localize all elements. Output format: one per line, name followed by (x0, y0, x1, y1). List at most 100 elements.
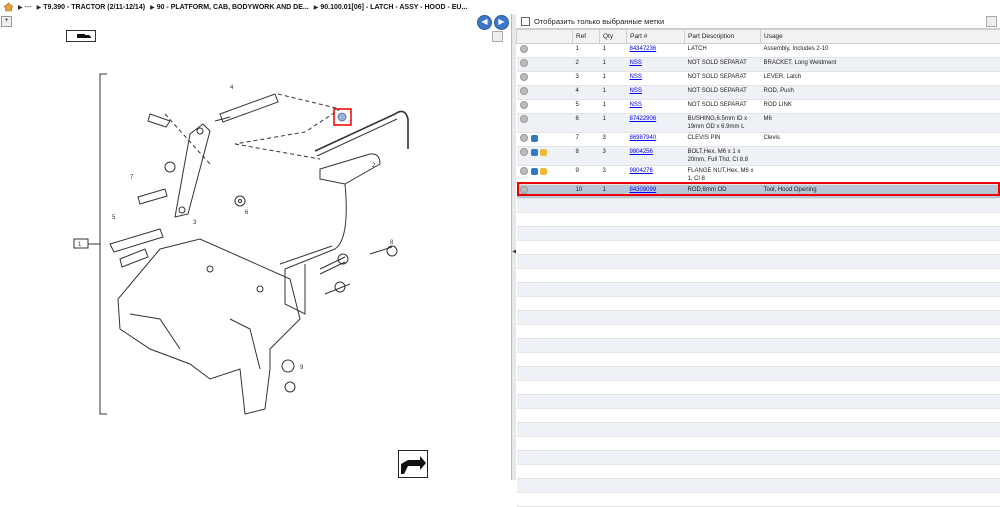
parts-diagram: 1 2 3 4 5 6 7 8 9 (70, 69, 420, 424)
qty-cell: 1 (600, 72, 627, 86)
part-number-link[interactable]: 87422906 (630, 116, 657, 122)
table-row[interactable]: 51NSSNOT SOLD SEPARATROD LINK (517, 100, 1000, 114)
empty-row (517, 493, 1000, 507)
add-to-cart-icon[interactable] (520, 45, 528, 53)
empty-row (517, 381, 1000, 395)
table-row[interactable]: 6187422906BUSHING,6.5mm ID x 19mm OD x 6… (517, 114, 1000, 133)
table-row[interactable]: 7386987940CLEVIS PINClevis (517, 133, 1000, 147)
home-icon[interactable] (3, 2, 14, 12)
ref-cell: 1 (573, 44, 600, 58)
usage-cell: M6 (761, 114, 1000, 133)
add-to-cart-icon[interactable] (520, 115, 528, 123)
empty-row (517, 437, 1000, 451)
usage-cell: BRACKET, Long Weldment (761, 58, 1000, 72)
empty-row (517, 311, 1000, 325)
column-header[interactable]: Ref (573, 30, 600, 44)
chevron-right-icon: ▶ (150, 4, 155, 11)
column-header[interactable]: Usage (761, 30, 1000, 44)
description-cell: BUSHING,6.5mm ID x 19mm OD x 6.9mm L (685, 114, 761, 133)
add-to-cart-icon[interactable] (520, 134, 528, 142)
ref-cell: 4 (573, 86, 600, 100)
ref-cell: 5 (573, 100, 600, 114)
chevron-right-icon: ▶ (37, 4, 42, 11)
column-header[interactable]: Part Description (685, 30, 761, 44)
column-header (517, 30, 573, 44)
part-number-link[interactable]: 9804256 (630, 149, 653, 155)
callout-label: 6 (245, 210, 249, 216)
breadcrumb-item[interactable]: ▶--- (18, 4, 32, 11)
table-row[interactable]: 31NSSNOT SOLD SEPARATLEVER, Latch (517, 72, 1000, 86)
add-to-cart-icon[interactable] (520, 59, 528, 67)
qty-cell: 1 (600, 114, 627, 133)
part-number-cell: 86987940 (627, 133, 685, 147)
add-to-cart-icon[interactable] (520, 148, 528, 156)
part-number-cell: NSS (627, 72, 685, 86)
column-header[interactable]: Qty (600, 30, 627, 44)
restore-icon[interactable] (492, 31, 503, 42)
kit-icon[interactable] (540, 149, 547, 156)
replacement-icon[interactable] (531, 135, 538, 142)
previous-arrow-icon[interactable]: ◀ (477, 15, 492, 30)
table-row[interactable]: 1184347236LATCHAssembly, Includes 2-10 (517, 44, 1000, 58)
empty-row (517, 339, 1000, 353)
table-row[interactable]: 41NSSNOT SOLD SEPARATROD, Push (517, 86, 1000, 100)
expand-icon[interactable]: + (1, 16, 12, 27)
add-to-cart-icon[interactable] (520, 87, 528, 95)
selected-row-highlight (517, 182, 1000, 196)
add-to-cart-icon[interactable] (520, 167, 528, 175)
chevron-right-icon: ▶ (18, 4, 23, 11)
chevron-right-icon: ▶ (314, 4, 319, 11)
usage-cell: ROD LINK (761, 100, 1000, 114)
hotspot-marker-icon[interactable] (338, 113, 346, 121)
breadcrumb-item[interactable]: ▶T9.390 - TRACTOR (2/11-12/14) (37, 4, 145, 11)
replacement-icon[interactable] (531, 168, 538, 175)
empty-row (517, 283, 1000, 297)
usage-cell: LEVER, Latch (761, 72, 1000, 86)
description-cell: LATCH (685, 44, 761, 58)
part-number-cell: 87422906 (627, 114, 685, 133)
callout-label: 9 (300, 365, 304, 371)
qty-cell: 1 (600, 86, 627, 100)
add-to-cart-icon[interactable] (520, 101, 528, 109)
part-number-link[interactable]: NSS (630, 74, 642, 80)
part-number-link[interactable]: NSS (630, 60, 642, 66)
empty-row (517, 423, 1000, 437)
row-actions (517, 58, 573, 72)
replacement-icon[interactable] (531, 149, 538, 156)
breadcrumb-item[interactable]: ▶90 - PLATFORM, CAB, BODYWORK AND DE... (150, 4, 309, 11)
diagram-pane: + ◀ ▶ (0, 14, 511, 480)
row-actions (517, 114, 573, 133)
usage-cell: Assembly, Includes 2-10 (761, 44, 1000, 58)
filter-bar: Отобразить только выбранные метки (516, 14, 1000, 29)
part-number-cell: NSS (627, 58, 685, 72)
breadcrumb-item[interactable]: ▶90.100.01[06] - LATCH - ASSY - HOOD - E… (314, 4, 468, 11)
kit-icon[interactable] (540, 168, 547, 175)
row-actions (517, 44, 573, 58)
show-selected-checkbox[interactable] (521, 17, 530, 26)
column-header[interactable]: Part # (627, 30, 685, 44)
part-number-link[interactable]: 84347236 (630, 46, 657, 52)
empty-row (517, 269, 1000, 283)
parts-table: Ref Qty Part # Part Description Usage 11… (516, 29, 1000, 507)
part-number-link[interactable]: NSS (630, 88, 642, 94)
callout-label: 2 (372, 163, 376, 169)
part-number-cell: NSS (627, 100, 685, 114)
part-number-link[interactable]: 86987940 (630, 135, 657, 141)
next-arrow-icon[interactable]: ▶ (494, 15, 509, 30)
empty-row (517, 367, 1000, 381)
part-number-cell: NSS (627, 86, 685, 100)
ref-cell: 8 (573, 147, 600, 166)
restore-icon[interactable] (986, 16, 997, 27)
add-to-cart-icon[interactable] (520, 73, 528, 81)
qty-cell: 1 (600, 44, 627, 58)
qty-cell: 1 (600, 58, 627, 72)
table-row[interactable]: 21NSSNOT SOLD SEPARATBRACKET, Long Weldm… (517, 58, 1000, 72)
part-number-link[interactable]: NSS (630, 102, 642, 108)
callout-label: 4 (230, 85, 234, 91)
callout-label: 8 (390, 240, 394, 246)
part-number-link[interactable]: 9804276 (630, 168, 653, 174)
empty-row (517, 227, 1000, 241)
export-icon[interactable] (398, 450, 428, 478)
table-row[interactable]: 839804256BOLT,Hex, M6 x 1 x 20mm, Full T… (517, 147, 1000, 166)
row-actions (517, 86, 573, 100)
